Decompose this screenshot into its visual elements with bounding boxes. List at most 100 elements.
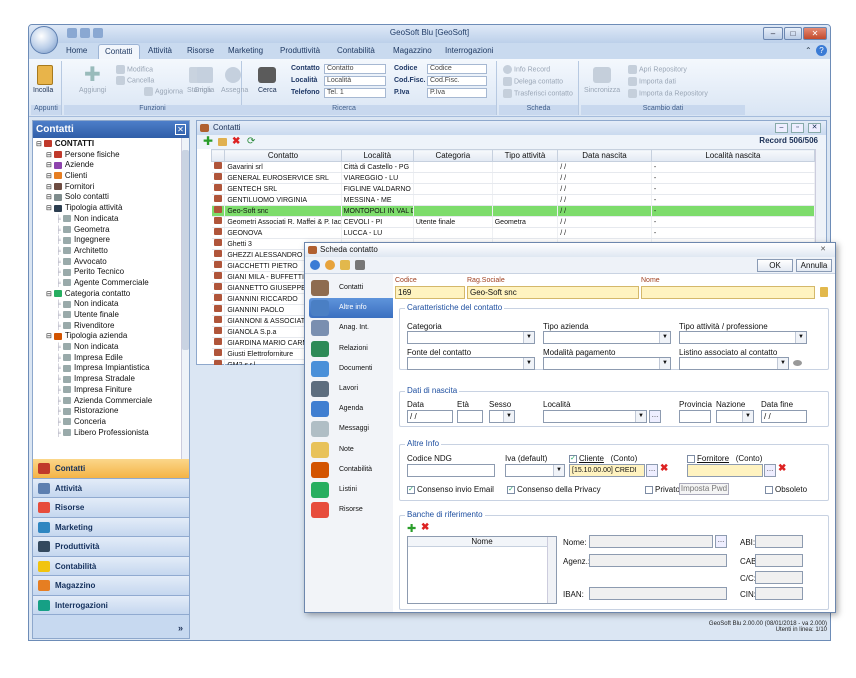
info-icon[interactable] [310,260,320,270]
expand-icon[interactable]: ⊟ [46,291,52,298]
tree-node[interactable]: ╞ Utente finale [33,310,181,321]
agenzia-input[interactable] [589,554,727,567]
side-item-listini[interactable]: Listini [309,480,393,500]
tree-node[interactable]: ╞ Libero Professionista [33,428,181,439]
side-item-messaggi[interactable]: Messaggi [309,419,393,439]
dialog-close-button[interactable]: ✕ [816,245,830,255]
tree-node[interactable]: ╞ Non indicata [33,214,181,225]
table-row[interactable]: GENTILUOMO VIRGINIA MESSINA - ME / / - [211,194,815,206]
refresh-icon[interactable] [325,260,335,270]
tree-node[interactable]: ╞ Ristorazione [33,406,181,417]
tab-risorse[interactable]: Risorse [181,44,220,59]
expand-icon[interactable]: ⊟ [46,152,52,159]
tab-attivita[interactable]: Attività [142,44,178,59]
table-row[interactable]: GEONOVA LUCCA - LU / / - [211,227,815,239]
tipo-azienda-select[interactable]: ▼ [543,331,671,344]
grid-close-button[interactable]: ✕ [808,123,821,133]
data-fine-input[interactable]: / / [761,410,807,423]
side-item-contatti[interactable]: Contatti [309,278,393,298]
tree-node[interactable]: ╞ Impresa Edile [33,353,181,364]
tab-produttivita[interactable]: Produttività [274,44,326,59]
delete-bank-icon[interactable]: ✖ [421,522,429,533]
tree-node[interactable]: ⊟ Categoria contatto [33,289,181,300]
griglia-button[interactable]: Griglia [194,87,214,94]
tab-interrogazioni[interactable]: Interrogazioni [439,44,499,59]
tree-node[interactable]: ╞ Architetto [33,246,181,257]
tree-node[interactable]: ╞ Rivenditore [33,321,181,332]
codice-ndg-input[interactable] [407,464,495,477]
info-record-button[interactable]: Info Record [503,65,550,74]
apri-repo-button[interactable]: Apri Repository [628,65,687,74]
tree-node[interactable]: ⊟ Tipologia attività [33,203,181,214]
delega-button[interactable]: Delega contatto [503,77,563,86]
ribbon-minimize-icon[interactable]: ⌃ [805,46,812,55]
side-item-lavori[interactable]: Lavori [309,379,393,399]
browse-button[interactable]: … [764,464,776,477]
tree-node[interactable]: ⊟ Fornitori [33,182,181,193]
column-header[interactable]: Località [340,149,414,162]
browse-button[interactable]: … [715,535,727,548]
modalita-select[interactable]: ▼ [543,357,671,370]
eta-input[interactable] [457,410,483,423]
grid-minimize-button[interactable]: – [775,123,788,133]
tree-node[interactable]: ⊟ Persone fisiche [33,150,181,161]
fornitore-conto-input[interactable] [687,464,763,477]
obsoleto-checkbox[interactable]: Obsoleto [765,485,807,494]
codice-input[interactable]: 169 [395,286,465,299]
expand-icon[interactable]: ⊟ [36,141,42,148]
localita-select[interactable]: ▼ [543,410,647,423]
add-bank-icon[interactable]: ✚ [407,522,416,535]
tree-root[interactable]: ⊟ CONTATTI [33,139,181,150]
nome-input[interactable] [641,286,815,299]
side-item-relazioni[interactable]: Relazioni [309,339,393,359]
expand-icon[interactable]: ⊟ [46,194,52,201]
table-row[interactable]: Geometri Associati R. Maffei & P. Iacopo… [211,216,815,228]
paste-icon[interactable] [37,65,53,85]
close-panel-icon[interactable]: ✕ [175,124,186,135]
column-header[interactable]: Data nascita [557,149,652,162]
tab-contatti[interactable]: Contatti [98,44,140,59]
cc-input[interactable] [755,571,803,584]
tree-node[interactable]: ⊟ Tipologia azienda [33,331,181,342]
tree-node[interactable]: ╞ Conceria [33,417,181,428]
fornitore-checkbox[interactable]: Fornitore (Conto) [687,454,762,463]
edit-icon[interactable] [218,138,227,146]
cerca-button[interactable]: Cerca [258,87,277,94]
delete-icon[interactable]: ✖ [232,135,240,148]
consenso-email-checkbox[interactable]: ✓ Consenso invio Email [407,485,494,494]
importa-repo-button[interactable]: Importa da Repository [628,89,708,98]
telefono-search-input[interactable]: Tel. 1 [324,88,386,98]
cab-input[interactable] [755,554,803,567]
clear-cliente-icon[interactable]: ✖ [660,463,668,474]
table-row[interactable]: Geo-Soft sncMONTOPOLI IN VAL D'ARNO / /- [211,205,815,217]
table-row[interactable]: GENTECH SRLFIGLINE VALDARNO - FI / /- [211,183,815,195]
incolla-button[interactable]: Incolla [33,87,53,94]
tree-node[interactable]: ╞ Azienda Commerciale [33,396,181,407]
app-menu-orb-icon[interactable] [30,26,58,54]
nome-banca-input[interactable] [589,535,713,548]
codfisc-search-input[interactable]: Cod.Fisc. [427,76,487,86]
help-icon[interactable]: ? [816,45,827,56]
tree-scrollbar[interactable] [181,138,189,459]
tree-node[interactable]: ╞ Impresa Finiture [33,385,181,396]
side-item-agenda[interactable]: Agenda [309,399,393,419]
expand-icon[interactable]: ⊟ [46,162,52,169]
annulla-button[interactable]: Annulla [796,259,832,272]
codice-search-input[interactable]: Codice [427,64,487,74]
tree-node[interactable]: ╞ Non indicata [33,342,181,353]
ragsoc-input[interactable]: Geo-Soft snc [467,286,639,299]
imposta-pwd-button[interactable]: Imposta Pwd [679,483,729,495]
nav-magazzino[interactable]: Magazzino [33,576,189,596]
nav-produttivit[interactable]: Produttività [33,537,189,557]
sesso-select[interactable]: ▼ [489,410,515,423]
nav-risorse[interactable]: Risorse [33,498,189,518]
banche-scrollbar[interactable] [547,537,556,603]
aggiungi-button[interactable]: Aggiungi [79,87,106,94]
lock-icon[interactable] [820,287,828,297]
tree-node[interactable]: ⊟ Clienti [33,171,181,182]
side-item-altreinfo[interactable]: Altre info [309,298,393,319]
tree-node[interactable]: ⊟ Aziende [33,160,181,171]
tab-marketing[interactable]: Marketing [222,44,269,59]
cliente-conto-input[interactable]: [15.10.00.00] CREDI [569,464,645,477]
side-item-risorse[interactable]: Risorse [309,500,393,520]
